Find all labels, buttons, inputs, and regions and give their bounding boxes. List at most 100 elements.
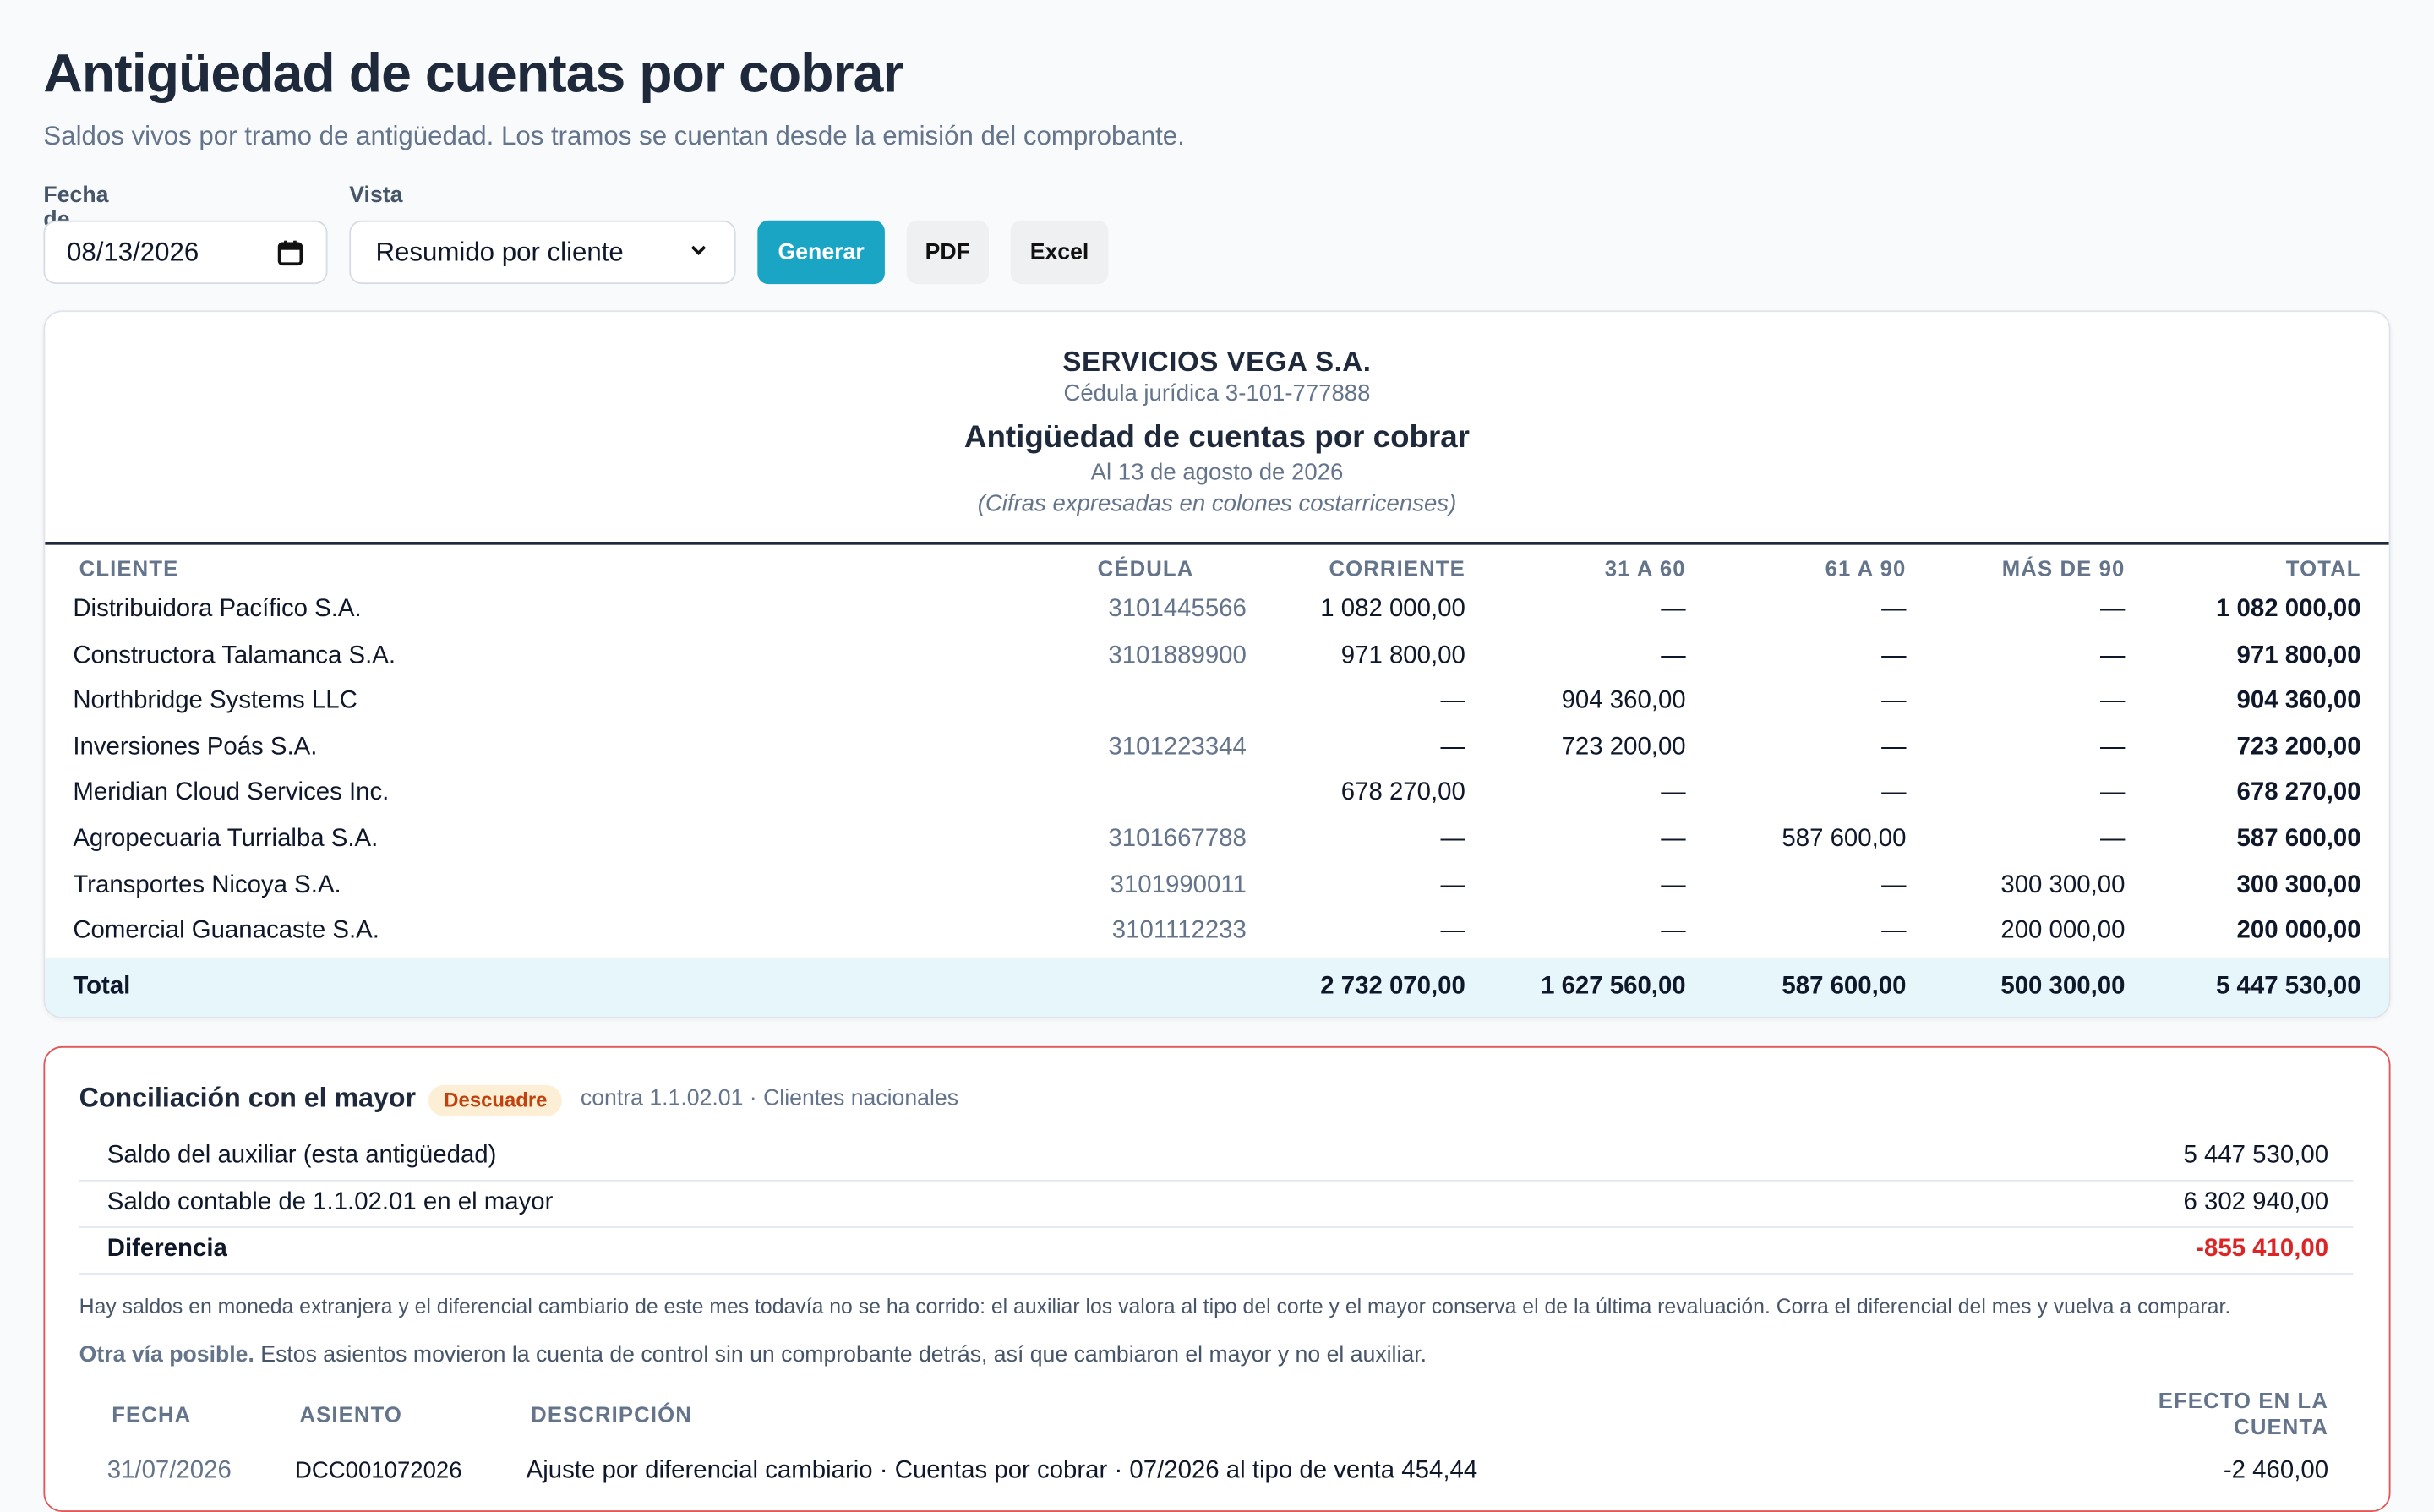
table-row: Inversiones Poás S.A. 3101223344 — 723 2…: [45, 728, 2388, 774]
cell-cedula: 3101667788: [1108, 826, 1247, 853]
total-31-60: 1 627 560,00: [1541, 973, 1686, 1000]
cell-31-60: 904 360,00: [1561, 687, 1686, 714]
cell-over-90: —: [2100, 642, 2126, 669]
cutoff-date-value: 08/13/2026: [66, 237, 199, 266]
cell-client: Northbridge Systems LLC: [73, 687, 357, 714]
report-date: Al 13 de agosto de 2026: [1090, 459, 1344, 486]
col-31-60: 31 A 60: [1604, 555, 1686, 581]
movement-effect: -2 460,00: [2223, 1457, 2329, 1484]
divider: [79, 1273, 2354, 1275]
table-header: CLIENTE CÉDULA CORRIENTE 31 A 60 61 A 90…: [45, 545, 2388, 592]
page: Antigüedad de cuentas por cobrar Saldos …: [0, 0, 2434, 1512]
col-total: TOTAL: [2285, 555, 2361, 581]
difference-value: -855 410,00: [2196, 1236, 2329, 1263]
cell-61-90: —: [1881, 687, 1907, 714]
cell-current: —: [1440, 687, 1465, 714]
table-row: Transportes Nicoya S.A. 3101990011 — — —…: [45, 866, 2388, 913]
cell-current: —: [1440, 917, 1465, 944]
ledger-balance-value: 6 302 940,00: [2183, 1188, 2329, 1216]
company-cedula: Cédula jurídica 3-101-777888: [1063, 379, 1371, 407]
movement-description: Ajuste por diferencial cambiario · Cuent…: [526, 1457, 1478, 1484]
cell-31-60: —: [1661, 826, 1686, 853]
page-title: Antigüedad de cuentas por cobrar: [43, 43, 903, 105]
col-date: FECHA: [112, 1401, 192, 1427]
cell-31-60: —: [1661, 872, 1686, 899]
aux-balance-value: 5 447 530,00: [2183, 1142, 2329, 1170]
cell-client: Meridian Cloud Services Inc.: [73, 779, 390, 806]
cell-over-90: 200 000,00: [2000, 917, 2126, 944]
total-total: 5 447 530,00: [2216, 973, 2361, 1000]
col-description: DESCRIPCIÓN: [531, 1401, 692, 1427]
generate-button[interactable]: Generar: [757, 220, 885, 285]
aux-balance-row: Saldo del auxiliar (esta antigüedad) 5 4…: [79, 1133, 2354, 1180]
cell-current: 971 800,00: [1340, 642, 1465, 669]
view-select[interactable]: Resumido por cliente: [349, 220, 736, 285]
cutoff-date-input[interactable]: 08/13/2026: [43, 220, 328, 285]
recon-title: Conciliación con el mayor: [79, 1082, 417, 1113]
col-current: CORRIENTE: [1329, 555, 1465, 581]
cell-total: 587 600,00: [2236, 826, 2361, 853]
cell-client: Constructora Talamanca S.A.: [73, 642, 396, 669]
cell-over-90: —: [2100, 596, 2126, 623]
cell-cedula: 3101445566: [1108, 596, 1247, 623]
total-over-90: 500 300,00: [2000, 973, 2126, 1000]
cell-cedula: 3101889900: [1108, 642, 1247, 669]
cell-cedula: 3101112233: [1111, 917, 1247, 944]
alternative-note: Otra vía posible. Estos asientos moviero…: [79, 1343, 1427, 1367]
recon-account: contra 1.1.02.01 · Clientes nacionales: [580, 1086, 959, 1112]
status-badge: Descuadre: [428, 1084, 563, 1116]
alternative-note-bold: Otra vía posible.: [79, 1342, 254, 1368]
page-subtitle: Saldos vivos por tramo de antigüedad. Lo…: [43, 121, 1185, 151]
cell-current: 678 270,00: [1340, 779, 1465, 806]
cell-over-90: 300 300,00: [2000, 872, 2126, 899]
excel-button[interactable]: Excel: [1010, 220, 1109, 285]
aging-report: SERVICIOS VEGA S.A. Cédula jurídica 3-10…: [43, 310, 2391, 1018]
chevron-down-icon: [688, 237, 710, 268]
cell-client: Transportes Nicoya S.A.: [73, 872, 341, 899]
calendar-icon[interactable]: [276, 238, 304, 266]
cell-61-90: —: [1881, 734, 1907, 761]
ledger-balance-label: Saldo contable de 1.1.02.01 en el mayor: [106, 1188, 554, 1216]
cell-61-90: —: [1881, 596, 1907, 623]
alternative-note-text: Estos asientos movieron la cuenta de con…: [254, 1342, 1427, 1368]
table-row: Meridian Cloud Services Inc. 678 270,00 …: [45, 773, 2388, 820]
table-row: Agropecuaria Turrialba S.A. 3101667788 —…: [45, 820, 2388, 866]
aux-balance-label: Saldo del auxiliar (esta antigüedad): [106, 1142, 497, 1170]
cell-61-90: —: [1881, 779, 1907, 806]
col-entry: ASIENTO: [299, 1401, 403, 1427]
cell-31-60: —: [1661, 642, 1686, 669]
cell-cedula: 3101990011: [1110, 872, 1247, 899]
cell-current: —: [1440, 872, 1465, 899]
table-row: Constructora Talamanca S.A. 3101889900 9…: [45, 636, 2388, 683]
cell-61-90: —: [1881, 642, 1907, 669]
pdf-button[interactable]: PDF: [906, 220, 989, 285]
total-label: Total: [73, 973, 131, 1000]
total-row: Total 2 732 070,00 1 627 560,00 587 600,…: [45, 958, 2389, 1018]
cell-current: —: [1440, 734, 1465, 761]
cell-61-90: —: [1881, 872, 1907, 899]
cell-61-90: 587 600,00: [1782, 826, 1907, 853]
cell-current: —: [1440, 826, 1465, 853]
company-name: SERVICIOS VEGA S.A.: [1062, 346, 1372, 378]
cell-total: 200 000,00: [2236, 917, 2361, 944]
cell-total: 300 300,00: [2236, 872, 2361, 899]
view-label: Vista: [349, 183, 403, 209]
col-61-90: 61 A 90: [1825, 555, 1907, 581]
cell-total: 904 360,00: [2236, 687, 2361, 714]
report-currency-note: (Cifras expresadas en colones costarrice…: [977, 490, 1457, 517]
cell-total: 971 800,00: [2236, 642, 2361, 669]
cell-client: Agropecuaria Turrialba S.A.: [73, 826, 379, 853]
table-row: Comercial Guanacaste S.A. 3101112233 — —…: [45, 911, 2388, 958]
difference-row: Diferencia -855 410,00: [79, 1226, 2354, 1273]
cell-client: Comercial Guanacaste S.A.: [73, 917, 379, 944]
movement-date: 31/07/2026: [106, 1457, 232, 1484]
col-effect: EFECTO EN LA: [2158, 1388, 2329, 1413]
cell-cedula: 3101223344: [1108, 734, 1247, 761]
cell-61-90: —: [1881, 917, 1907, 944]
movement-entry: DCC001072026: [294, 1457, 462, 1484]
cell-current: 1 082 000,00: [1320, 596, 1465, 623]
col-effect-2: CUENTA: [2234, 1414, 2329, 1439]
cell-over-90: —: [2100, 687, 2126, 714]
cell-31-60: 723 200,00: [1561, 734, 1686, 761]
col-over-90: MÁS DE 90: [2001, 555, 2126, 581]
